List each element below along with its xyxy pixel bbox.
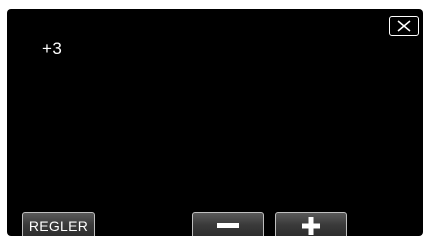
adjustment-value: +3 [42, 39, 63, 58]
plus-button[interactable] [275, 212, 347, 236]
regler-label: REGLER [28, 218, 89, 234]
camera-screen: +3 REGLER [7, 9, 423, 236]
close-button[interactable] [389, 16, 419, 36]
minus-button[interactable] [192, 212, 264, 236]
regler-button[interactable]: REGLER [22, 212, 95, 236]
close-icon [397, 20, 411, 32]
minus-icon [217, 223, 239, 228]
plus-icon [302, 217, 320, 235]
